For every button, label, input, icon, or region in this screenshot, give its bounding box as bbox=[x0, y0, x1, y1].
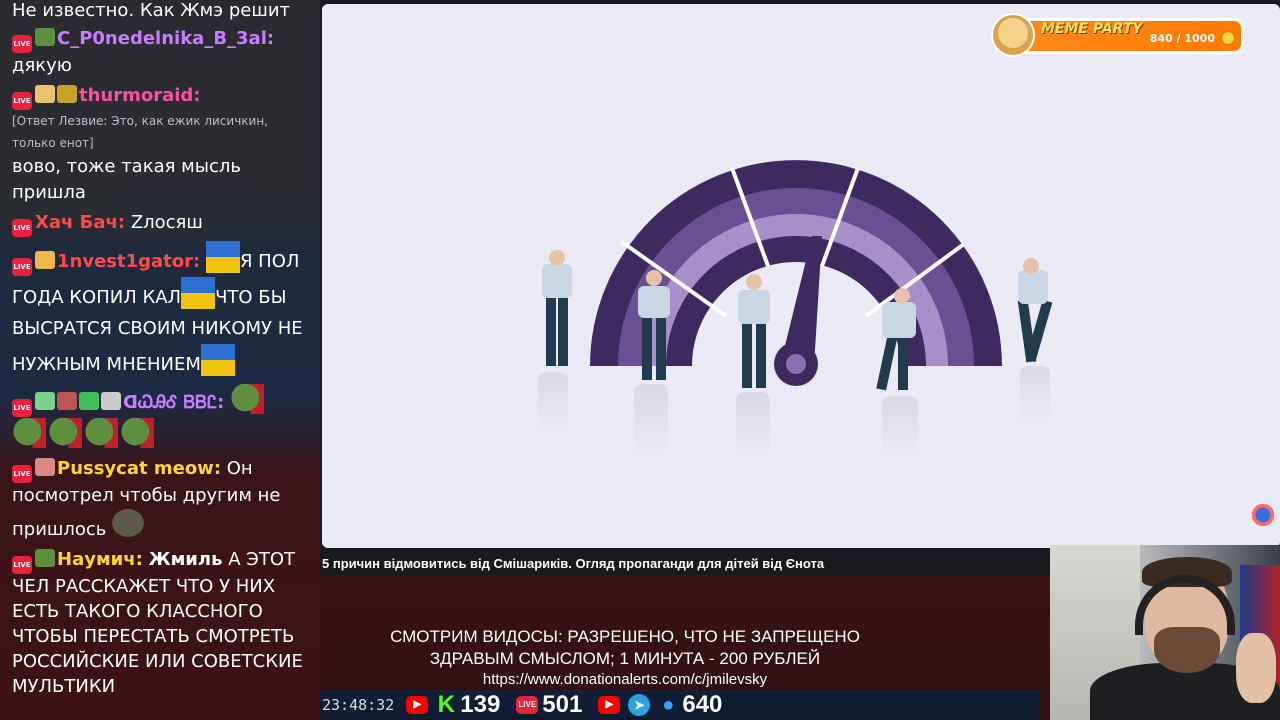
chat-message: LIVE thurmoraid: [Ответ Лезвие: Это, как … bbox=[0, 81, 320, 208]
live-badge-icon: LIVE bbox=[12, 219, 32, 237]
skull-icon bbox=[101, 392, 121, 410]
pepe-emote-icon bbox=[230, 384, 265, 414]
chat-username[interactable]: 1nvest1gator: bbox=[57, 251, 200, 272]
trophy-icon bbox=[35, 85, 55, 103]
ukraine-flag-icon bbox=[200, 344, 235, 376]
youtube-icon: ▶ bbox=[598, 696, 621, 714]
donation-link[interactable]: https://www.donationalerts.com/c/jmilevs… bbox=[320, 670, 930, 690]
chat-username[interactable]: ꓷᏇᎯᎴ ᏴᏴᏝ: bbox=[123, 392, 224, 413]
live-badge-icon: LIVE bbox=[12, 258, 32, 276]
meme-party-title: MEME PARTY bbox=[1041, 21, 1143, 37]
chat-message: LIVE Pussycat meow: Он посмотрел чтобы др… bbox=[0, 454, 320, 545]
chat-message-text: А ЭТОТ ЧЕЛ РАССКАЖЕТ ЧТО У НИХ ЕСТЬ ТАКО… bbox=[12, 549, 303, 697]
coin-icon bbox=[1221, 31, 1235, 45]
pepe-emote-icon bbox=[84, 418, 118, 448]
stream-stats-bar: 23:48:32 ▶ K 139 LIVE 501 ▶ ➤ ● 640 bbox=[320, 690, 1040, 720]
ukraine-flag-icon bbox=[205, 241, 240, 273]
user-icon: ● bbox=[662, 694, 675, 716]
pencil-icon bbox=[35, 392, 55, 410]
chat-message: LIVE C_P0nedelnika_B_3al: дякую bbox=[0, 24, 320, 81]
streamer-hand bbox=[1236, 633, 1276, 703]
live-badge-icon: LIVE bbox=[12, 35, 32, 53]
chat-username[interactable]: Pussycat meow: bbox=[57, 458, 221, 479]
chat-message: Не известно. Как Жмэ решит bbox=[0, 0, 320, 24]
chat-message-text: Не известно. Как Жмэ решит bbox=[12, 0, 291, 21]
live-badge-icon: LIVE bbox=[12, 399, 32, 417]
youtube-icon: ▶ bbox=[406, 696, 429, 714]
chat-mention[interactable]: Жмиль bbox=[149, 549, 223, 570]
avatar-emote-icon bbox=[35, 458, 55, 476]
gift-icon bbox=[79, 392, 99, 410]
chat-username[interactable]: thurmoraid: bbox=[79, 85, 201, 106]
video-title: 5 причин відмовитись від Смішариків. Огл… bbox=[322, 556, 825, 571]
live-badge-icon: LIVE bbox=[12, 465, 32, 483]
caption-line-1: СМОТРИМ ВИДОСЫ: РАЗРЕШЕНО, ЧТО НЕ ЗАПРЕЩ… bbox=[390, 627, 860, 646]
viewers-count: 640 bbox=[682, 691, 723, 718]
ukraine-flag-icon bbox=[181, 277, 216, 309]
vk-live-icon: LIVE bbox=[516, 696, 539, 714]
chat-message-text: вово, тоже такая мысль пришла bbox=[12, 156, 241, 203]
total-viewers: ● 640 bbox=[658, 691, 722, 719]
chat-reply-quote: [Ответ Лезвие: Это, как ежик лисичкин, т… bbox=[12, 114, 268, 150]
chat-username[interactable]: Наумич: bbox=[57, 549, 143, 570]
chat-username[interactable]: C_P0nedelnika_B_3al: bbox=[57, 28, 274, 49]
caption-line-2: ЗДРАВЫМ СМЫСЛОМ; 1 МИНУТА - 200 РУБЛЕЙ bbox=[429, 649, 821, 668]
chat-message-text: дякую bbox=[12, 55, 72, 76]
cup-icon bbox=[57, 392, 77, 410]
pepe-emote-icon bbox=[35, 549, 55, 567]
pepe-emote-icon bbox=[48, 418, 82, 448]
live-badge-icon: LIVE bbox=[12, 556, 32, 574]
pepe-emote-icon bbox=[12, 418, 46, 448]
vk-viewers: LIVE 501 bbox=[516, 691, 582, 719]
meme-party-value: 840 / 1000 bbox=[1149, 32, 1215, 45]
face-emote-icon bbox=[35, 251, 55, 269]
video-player[interactable] bbox=[322, 4, 1280, 548]
raccoon-mascot-icon bbox=[1250, 502, 1276, 528]
meme-party-widget: MEME PARTY 840 / 1000 bbox=[991, 13, 1244, 57]
chat-message: LIVE Наумич: Жмиль А ЭТОТ ЧЕЛ РАССКАЖЕТ Ч… bbox=[0, 545, 320, 701]
chat-message: LIVE Хач Бач: Zлосяш bbox=[0, 208, 320, 239]
chat-message: LIVE ꓷᏇᎯᎴ ᏴᏴᏝ: bbox=[0, 382, 320, 454]
badge-icon bbox=[57, 85, 77, 103]
chat-message-text: Zлосяш bbox=[130, 212, 203, 233]
doge-icon bbox=[991, 13, 1035, 57]
face-emote-icon bbox=[112, 509, 145, 537]
kick-viewers: K 139 bbox=[436, 691, 501, 719]
chat-username[interactable]: Хач Бач: bbox=[35, 212, 125, 233]
live-badge-icon: LIVE bbox=[12, 92, 32, 110]
kick-icon: K bbox=[437, 691, 455, 718]
pepe-emote-icon bbox=[120, 418, 154, 448]
speedometer-illustration bbox=[538, 160, 1053, 462]
telegram-icon: ➤ bbox=[628, 694, 651, 716]
chat-panel: Не известно. Как Жмэ решит LIVE C_P0nedel… bbox=[0, 0, 320, 720]
kick-count: 139 bbox=[460, 691, 501, 718]
donation-caption: СМОТРИМ ВИДОСЫ: РАЗРЕШЕНО, ЧТО НЕ ЗАПРЕЩ… bbox=[320, 626, 930, 690]
webcam-feed bbox=[1050, 545, 1280, 720]
chat-message: LIVE 1nvest1gator: Я ПОЛ ГОДА КОПИЛ КАЛ ЧТ… bbox=[0, 239, 320, 382]
pepe-emote-icon bbox=[35, 28, 55, 46]
vk-count: 501 bbox=[542, 691, 583, 718]
stream-clock: 23:48:32 bbox=[322, 696, 395, 714]
